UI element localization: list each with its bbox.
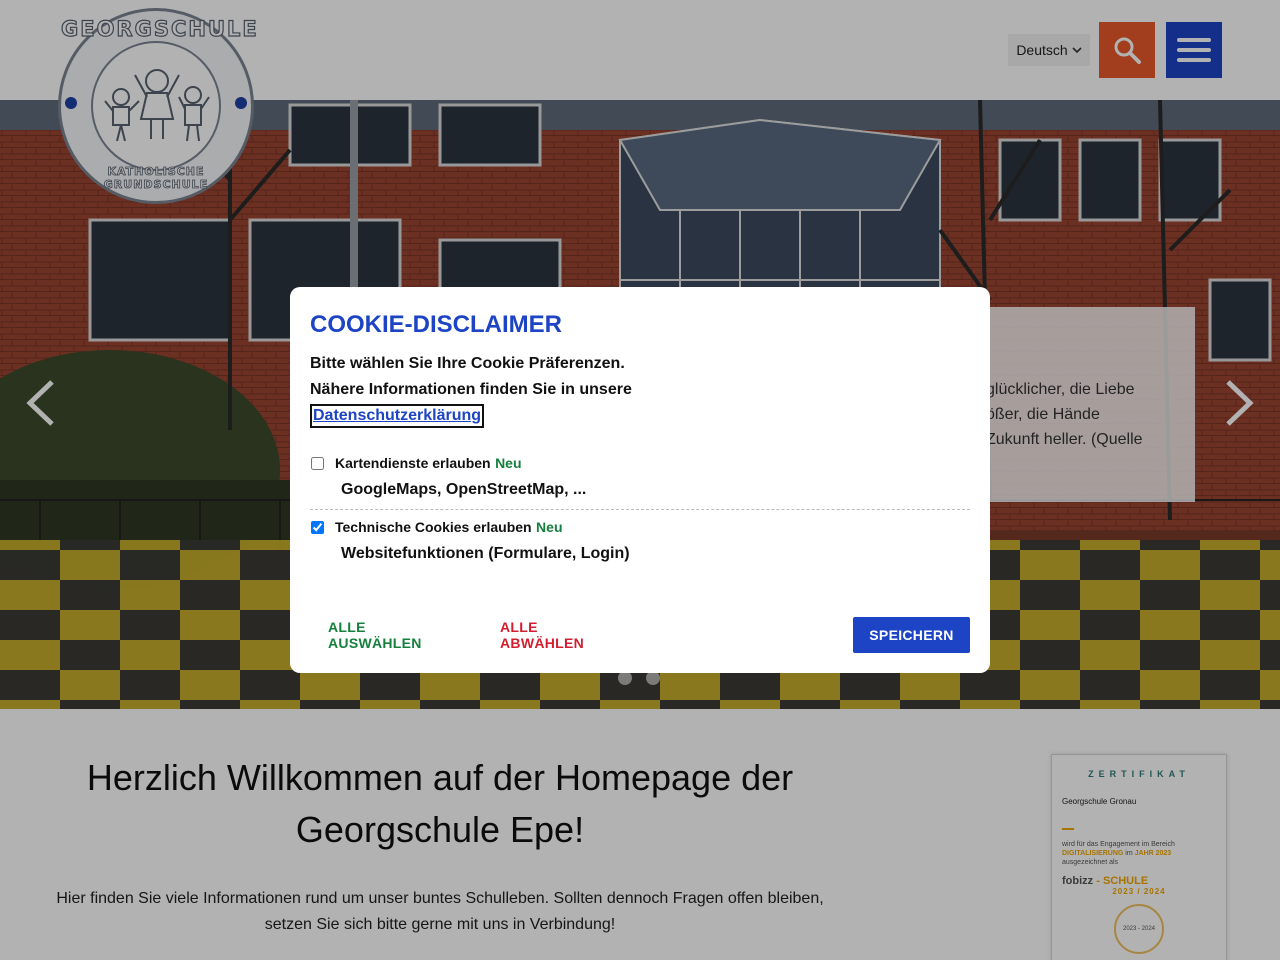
cookie-option-technical: Technische Cookies erlauben Neu Websitef… <box>310 519 970 563</box>
new-badge: Neu <box>536 519 563 535</box>
new-badge: Neu <box>495 455 522 471</box>
save-button[interactable]: SPEICHERN <box>853 617 970 653</box>
maps-checkbox[interactable] <box>311 457 324 470</box>
option-label: Technische Cookies erlauben <box>335 519 532 535</box>
select-all-button[interactable]: ALLE AUSWÄHLEN <box>328 617 458 653</box>
option-label: Kartendienste erlauben <box>335 455 491 471</box>
cookie-intro-line: Nähere Informationen finden Sie in unser… <box>310 381 632 398</box>
cookie-option-maps: Kartendienste erlauben Neu GoogleMaps, O… <box>310 455 970 510</box>
cookie-intro-line: Bitte wählen Sie Ihre Cookie Präferenzen… <box>310 355 625 372</box>
privacy-policy-link[interactable]: Datenschutzerklärung <box>310 404 485 428</box>
technical-checkbox[interactable] <box>311 521 324 534</box>
deselect-all-button[interactable]: ALLE ABWÄHLEN <box>500 617 620 653</box>
cookie-intro: Bitte wählen Sie Ihre Cookie Präferenzen… <box>310 351 970 429</box>
option-description: Websitefunktionen (Formulare, Login) <box>341 545 630 562</box>
option-description: GoogleMaps, OpenStreetMap, ... <box>341 481 587 498</box>
cookie-dialog: COOKIE-DISCLAIMER Bitte wählen Sie Ihre … <box>290 287 990 673</box>
cookie-actions: ALLE AUSWÄHLEN ALLE ABWÄHLEN SPEICHERN <box>310 617 970 653</box>
cookie-title: COOKIE-DISCLAIMER <box>310 311 562 338</box>
